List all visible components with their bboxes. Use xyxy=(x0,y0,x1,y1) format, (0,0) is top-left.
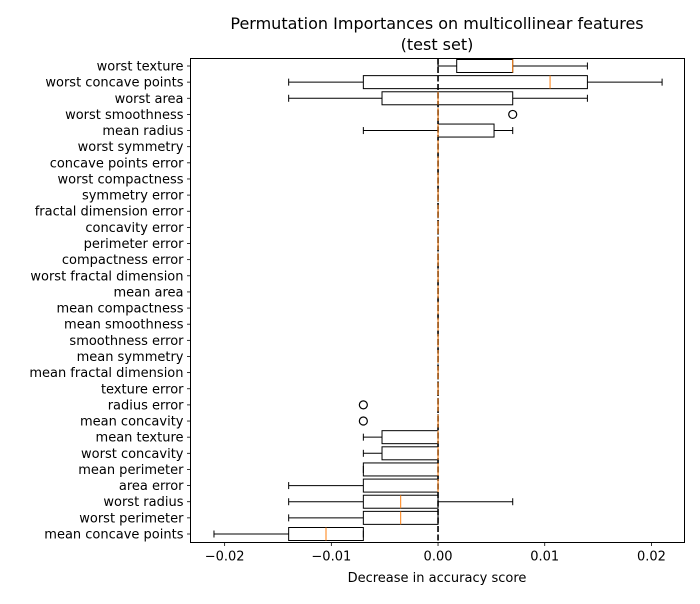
box-mean-concave-points xyxy=(214,528,363,541)
y-tick-label: radius error xyxy=(108,398,184,413)
y-tick-label: mean compactness xyxy=(56,302,183,317)
y-tick-label: worst texture xyxy=(97,60,184,75)
iqr-box xyxy=(438,124,494,137)
iqr-box xyxy=(382,431,438,444)
chart-title-line-1: Permutation Importances on multicollinea… xyxy=(230,14,643,33)
x-axis: −0.02 −0.01 0.00 0.01 0.02 xyxy=(205,543,666,565)
y-tick-label: texture error xyxy=(101,382,184,397)
y-tick-label: compactness error xyxy=(62,253,184,268)
box-worst-texture xyxy=(438,60,587,73)
box-worst-concave-points xyxy=(289,76,662,89)
box-worst-radius xyxy=(289,495,513,508)
y-tick-label: perimeter error xyxy=(84,237,185,252)
y-tick-label: worst perimeter xyxy=(79,511,184,526)
y-tick-label: worst radius xyxy=(103,495,183,510)
iqr-box xyxy=(382,92,513,105)
y-tick-label: area error xyxy=(119,479,184,494)
y-tick-label: concavity error xyxy=(85,221,184,236)
y-tick-label: concave points error xyxy=(50,156,184,171)
y-tick-label: worst compactness xyxy=(58,172,184,187)
y-tick-label: mean perimeter xyxy=(78,463,184,478)
iqr-box xyxy=(363,479,438,492)
y-tick-label: mean fractal dimension xyxy=(29,366,183,381)
x-tick-label: 0.00 xyxy=(424,550,453,565)
plot-marks xyxy=(214,59,662,543)
box-mean-texture xyxy=(363,431,438,444)
boxplot-chart: Permutation Importances on multicollinea… xyxy=(0,0,700,600)
outlier-point xyxy=(509,110,517,118)
box-mean-perimeter xyxy=(363,463,438,476)
box-worst-concavity xyxy=(363,447,438,460)
iqr-box xyxy=(457,60,513,73)
box-area-error xyxy=(289,479,438,492)
y-tick-label: worst concavity xyxy=(81,447,184,462)
y-tick-label: fractal dimension error xyxy=(35,205,184,220)
box-worst-area xyxy=(289,92,588,105)
y-tick-label: mean smoothness xyxy=(64,318,184,333)
x-tick-label: 0.02 xyxy=(637,550,666,565)
y-tick-label: worst symmetry xyxy=(78,140,184,155)
outlier-point xyxy=(359,417,367,425)
box-mean-radius xyxy=(363,124,512,137)
x-axis-label: Decrease in accuracy score xyxy=(348,571,527,586)
y-tick-label: mean concavity xyxy=(80,415,184,430)
x-tick-label: −0.01 xyxy=(311,550,351,565)
y-tick-label: worst fractal dimension xyxy=(30,269,183,284)
box-worst-smoothness xyxy=(438,108,517,121)
y-tick-label: worst concave points xyxy=(45,76,183,91)
box-worst-perimeter xyxy=(289,511,438,524)
y-tick-label: mean symmetry xyxy=(77,350,184,365)
box-mean-concavity xyxy=(359,415,438,428)
iqr-box xyxy=(363,76,587,89)
y-tick-label: worst smoothness xyxy=(65,108,184,123)
outlier-point xyxy=(359,401,367,409)
iqr-box xyxy=(363,463,438,476)
box-radius-error xyxy=(359,398,438,411)
iqr-box xyxy=(382,447,438,460)
y-tick-label: mean texture xyxy=(96,431,184,446)
y-tick-label: mean concave points xyxy=(44,528,183,543)
y-tick-label: mean area xyxy=(114,285,184,300)
y-tick-label: symmetry error xyxy=(82,189,184,204)
y-tick-label: smoothness error xyxy=(69,334,184,349)
y-tick-label: worst area xyxy=(115,92,184,107)
x-tick-label: −0.02 xyxy=(205,550,245,565)
y-tick-label: mean radius xyxy=(102,124,183,139)
x-tick-label: 0.01 xyxy=(530,550,559,565)
chart-title-line-2: (test set) xyxy=(401,35,474,54)
y-axis: worst textureworst concave pointsworst a… xyxy=(29,60,190,543)
